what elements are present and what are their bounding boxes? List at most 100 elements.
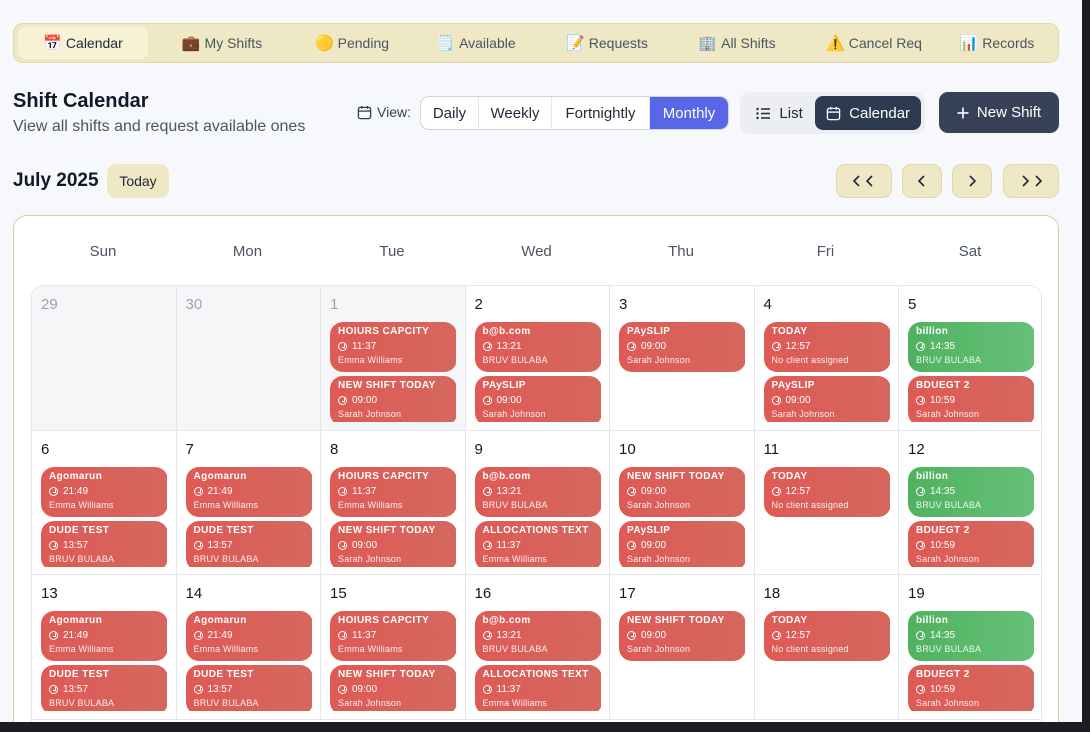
tab-available[interactable]: 🗒️ Available xyxy=(408,27,544,59)
shift-event[interactable]: Agomarun 21:49 Emma Williams xyxy=(185,611,312,661)
shift-event[interactable]: billion 14:35 BRUV BULABA xyxy=(908,466,1034,517)
day-cell[interactable]: 29 xyxy=(32,286,177,431)
day-cell[interactable]: 16 b@b.com 13:21 BRUV BULABA ALLOCATIONS TEX… xyxy=(465,575,610,720)
shift-event[interactable]: TODAY 12:57 No client assigned xyxy=(763,611,890,661)
shift-event[interactable]: b@b.com 13:21 BRUV BULABA xyxy=(474,611,601,661)
shift-time: 13:57 xyxy=(49,684,160,695)
shift-event[interactable]: BDUEGT 2 10:59 Sarah Johnson xyxy=(908,520,1034,567)
day-cell[interactable]: 5 billion 14:35 BRUV BULABA BDUEGT 2 10:59 Sar… xyxy=(899,286,1041,431)
shift-event[interactable]: Agomarun 21:49 Emma Williams xyxy=(41,611,167,661)
shift-title: DUDE TEST xyxy=(49,669,110,680)
day-cell[interactable]: 18 TODAY 12:57 No client assigned xyxy=(754,575,899,720)
list-view-button[interactable]: List xyxy=(744,96,815,130)
tab-label: Cancel Req xyxy=(848,35,922,51)
clock-icon xyxy=(627,540,636,550)
shift-event[interactable]: PAySLIP 09:00 Sarah Johnson xyxy=(619,322,745,372)
shift-event[interactable]: ALLOCATIONS TEXT 11:37 Emma Williams xyxy=(474,520,601,567)
shift-event[interactable]: NEW SHIFT TODAY 09:00 Sarah Johnson xyxy=(619,611,745,661)
tab-cancel-req[interactable]: ⚠️ Cancel Req xyxy=(804,27,944,59)
memo-icon: 📝 xyxy=(566,35,585,52)
tab-pending[interactable]: 🟡 Pending xyxy=(296,27,408,59)
day-cell[interactable]: 6 Agomarun 21:49 Emma Williams DUDE TEST 13:5… xyxy=(32,430,177,575)
shift-time: 11:37 xyxy=(482,540,594,551)
day-cell[interactable]: 19 billion 14:35 BRUV BULABA BDUEGT 2 10:59 Sa… xyxy=(899,575,1041,720)
shift-event[interactable]: Agomarun 21:49 Emma Williams xyxy=(41,466,167,517)
day-cell[interactable]: 17 NEW SHIFT TODAY 09:00 Sarah Johnson xyxy=(610,575,755,720)
shift-event[interactable]: b@b.com 13:21 BRUV BULABA xyxy=(474,466,601,517)
shift-event[interactable]: DUDE TEST 13:57 BRUV BULABA xyxy=(185,665,312,711)
shift-time: 11:37 xyxy=(338,486,449,497)
shift-assignee: No client assigned xyxy=(771,499,849,510)
view-weekly-button[interactable]: Weekly xyxy=(479,97,552,129)
next-year-button[interactable] xyxy=(1003,164,1059,198)
day-cell[interactable]: 30 xyxy=(176,286,321,431)
prev-month-button[interactable] xyxy=(902,164,942,198)
calendar-view-button[interactable]: Calendar xyxy=(815,96,921,130)
shift-event[interactable]: Agomarun 21:49 Emma Williams xyxy=(185,466,312,517)
view-monthly-button[interactable]: Monthly xyxy=(650,97,728,129)
shift-event[interactable]: HOIURS CAPCITY 11:37 Emma Williams xyxy=(330,611,456,661)
day-cell[interactable]: 3 PAySLIP 09:00 Sarah Johnson xyxy=(610,286,755,431)
shift-event[interactable]: NEW SHIFT TODAY 09:00 Sarah Johnson xyxy=(619,466,745,517)
day-cell[interactable]: 13 Agomarun 21:49 Emma Williams DUDE TEST 13:… xyxy=(32,575,177,720)
next-month-button[interactable] xyxy=(952,164,992,198)
shift-assignee: Sarah Johnson xyxy=(627,553,691,564)
day-cell[interactable]: 1 HOIURS CAPCITY 11:37 Emma Williams NEW SHI… xyxy=(321,286,466,431)
shift-title: HOIURS CAPCITY xyxy=(338,326,430,337)
day-cell[interactable]: 2 b@b.com 13:21 BRUV BULABA PAySLIP 09:00 Sara… xyxy=(465,286,610,431)
day-cell[interactable]: 7 Agomarun 21:49 Emma Williams DUDE TEST 13:5… xyxy=(176,430,321,575)
shift-event[interactable]: ALLOCATIONS TEXT 11:37 Emma Williams xyxy=(474,665,601,711)
day-cell[interactable]: 10 NEW SHIFT TODAY 09:00 Sarah Johnson PAySL… xyxy=(610,430,755,575)
day-number: 9 xyxy=(474,440,483,458)
day-cell[interactable]: 9 b@b.com 13:21 BRUV BULABA ALLOCATIONS TEXT… xyxy=(465,430,610,575)
shift-event[interactable]: DUDE TEST 13:57 BRUV BULABA xyxy=(41,520,167,567)
day-cell[interactable]: 8 HOIURS CAPCITY 11:37 Emma Williams NEW SHI… xyxy=(321,430,466,575)
shift-title: PAySLIP xyxy=(771,380,815,391)
shift-event[interactable]: billion 14:35 BRUV BULABA xyxy=(908,611,1034,661)
tab-my-shifts[interactable]: 💼 My Shifts xyxy=(148,27,296,59)
shift-event[interactable]: HOIURS CAPCITY 11:37 Emma Williams xyxy=(330,466,456,517)
clock-icon xyxy=(193,486,203,496)
shift-time-text: 13:21 xyxy=(496,630,522,641)
shift-event[interactable]: BDUEGT 2 10:59 Sarah Johnson xyxy=(908,665,1034,711)
shift-event[interactable]: billion 14:35 BRUV BULABA xyxy=(908,322,1034,372)
view-daily-button[interactable]: Daily xyxy=(421,97,479,129)
shift-event[interactable]: NEW SHIFT TODAY 09:00 Sarah Johnson xyxy=(330,376,456,422)
clock-icon xyxy=(49,685,58,694)
shift-assignee: Sarah Johnson xyxy=(771,409,835,419)
shift-event[interactable]: TODAY 12:57 No client assigned xyxy=(763,466,890,517)
shift-assignee: BRUV BULABA xyxy=(482,499,548,510)
new-shift-button[interactable]: New Shift xyxy=(939,92,1059,133)
day-cell[interactable]: 12 billion 14:35 BRUV BULABA BDUEGT 2 10:59 Sa… xyxy=(899,431,1041,575)
shift-title: BDUEGT 2 xyxy=(916,669,970,680)
tab-all-shifts[interactable]: 🏢 All Shifts xyxy=(670,27,804,59)
shift-event[interactable]: DUDE TEST 13:57 BRUV BULABA xyxy=(185,520,312,567)
day-cell[interactable]: 14 Agomarun 21:49 Emma Williams DUDE TEST 13:… xyxy=(176,575,321,720)
day-number: 1 xyxy=(330,296,339,313)
shift-event[interactable]: PAySLIP 09:00 Sarah Johnson xyxy=(763,376,890,422)
day-cell[interactable]: 11 TODAY 12:57 No client assigned xyxy=(754,430,899,575)
view-fortnightly-button[interactable]: Fortnightly xyxy=(552,97,650,129)
day-cell[interactable]: 4 TODAY 12:57 No client assigned PAySLIP 09:0… xyxy=(754,286,899,431)
shift-event[interactable]: NEW SHIFT TODAY 09:00 Sarah Johnson xyxy=(330,520,456,567)
shift-event[interactable]: TODAY 12:57 No client assigned xyxy=(763,322,890,372)
today-button[interactable]: Today xyxy=(107,164,169,198)
prev-year-button[interactable] xyxy=(836,164,892,198)
shift-event[interactable]: PAySLIP 09:00 Sarah Johnson xyxy=(619,520,745,567)
shift-time-text: 12:57 xyxy=(785,341,811,352)
day-cell[interactable]: 15 HOIURS CAPCITY 11:37 Emma Williams NEW SH… xyxy=(321,575,466,720)
shift-event[interactable]: HOIURS CAPCITY 11:37 Emma Williams xyxy=(330,322,456,372)
shift-event[interactable]: PAySLIP 09:00 Sarah Johnson xyxy=(474,376,601,422)
shift-event[interactable]: BDUEGT 2 10:59 Sarah Johnson xyxy=(908,376,1034,422)
shift-event[interactable]: DUDE TEST 13:57 BRUV BULABA xyxy=(41,665,167,711)
tab-calendar[interactable]: 📅 Calendar xyxy=(18,27,148,59)
tab-requests[interactable]: 📝 Requests xyxy=(544,27,670,59)
calendar-icon xyxy=(826,106,841,120)
shift-assignee: BRUV BULABA xyxy=(49,698,115,708)
shift-title: ALLOCATIONS TEXT xyxy=(482,524,589,536)
shift-assignee: Sarah Johnson xyxy=(916,698,980,708)
shift-time: 21:49 xyxy=(49,630,160,641)
tab-records[interactable]: 📊 Records xyxy=(944,27,1050,59)
shift-event[interactable]: NEW SHIFT TODAY 09:00 Sarah Johnson xyxy=(330,665,456,711)
shift-event[interactable]: b@b.com 13:21 BRUV BULABA xyxy=(474,322,601,372)
